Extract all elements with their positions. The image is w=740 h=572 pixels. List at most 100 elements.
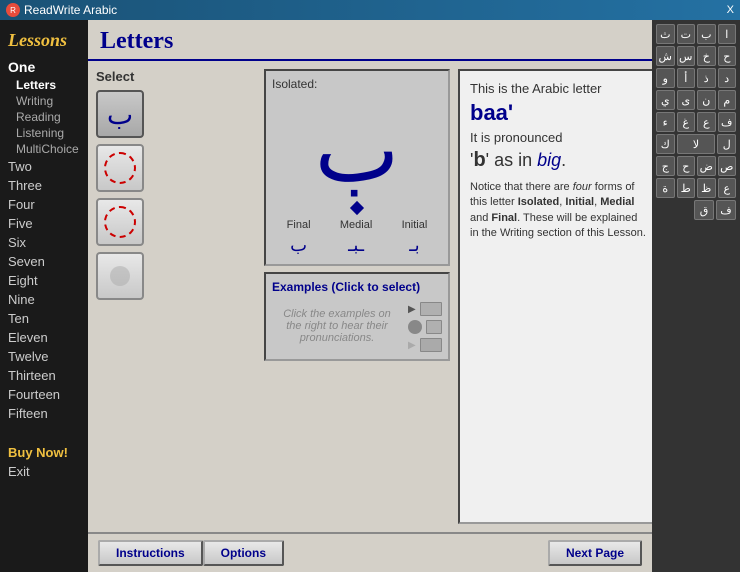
arabic-key-nun[interactable]: ن bbox=[697, 90, 716, 110]
sidebar: Lessons One Letters Writing Reading List… bbox=[0, 20, 88, 572]
arabic-key-alef[interactable]: ا bbox=[718, 24, 737, 44]
arabic-key-dad[interactable]: ض bbox=[697, 156, 716, 176]
sidebar-item-twelve[interactable]: Twelve bbox=[0, 347, 88, 366]
arabic-key-alef2[interactable]: أ bbox=[677, 68, 696, 88]
exit-button[interactable]: Exit bbox=[0, 462, 88, 481]
sidebar-item-fourteen[interactable]: Fourteen bbox=[0, 385, 88, 404]
example-row-2[interactable] bbox=[408, 320, 442, 334]
example-row-1[interactable]: ▶ bbox=[408, 302, 442, 316]
arabic-row-3: و أ ذ د bbox=[656, 68, 736, 88]
arabic-key-ghain[interactable]: غ bbox=[677, 112, 696, 132]
close-button[interactable]: X bbox=[727, 4, 734, 16]
titlebar: R ReadWrite Arabic X bbox=[0, 0, 740, 20]
arabic-key-qaf[interactable]: ق bbox=[694, 200, 714, 220]
sidebar-item-seven[interactable]: Seven bbox=[0, 252, 88, 271]
arabic-key-dal[interactable]: د bbox=[718, 68, 737, 88]
isolated-label: Isolated: bbox=[272, 77, 442, 91]
arabic-keyboard-panel: ث ت ب ا ش س خ ح و أ ذ د ي ى ن م ء غ ع ف bbox=[652, 20, 740, 572]
options-button[interactable]: Options bbox=[203, 540, 284, 566]
arabic-key-dha[interactable]: ظ bbox=[697, 178, 716, 198]
info-intro-text: This is the Arabic letter bbox=[470, 81, 646, 96]
form-medial: Medial ـبـ bbox=[340, 219, 372, 256]
sidebar-item-eleven[interactable]: Eleven bbox=[0, 328, 88, 347]
arabic-key-kha[interactable]: خ bbox=[697, 46, 716, 66]
sidebar-item-nine[interactable]: Nine bbox=[0, 290, 88, 309]
example-bar-3 bbox=[420, 338, 442, 352]
sidebar-item-eight[interactable]: Eight bbox=[0, 271, 88, 290]
arabic-key-ain[interactable]: ع bbox=[697, 112, 716, 132]
letter-button-3[interactable] bbox=[96, 198, 144, 246]
info-panel: This is the Arabic letter baa' It is pro… bbox=[458, 69, 652, 524]
sidebar-item-three[interactable]: Three bbox=[0, 176, 88, 195]
sidebar-item-two[interactable]: Two bbox=[0, 157, 88, 176]
sidebar-item-multichoice[interactable]: MultiChoice bbox=[0, 141, 88, 157]
arabic-row-8: ة ط ظ ع bbox=[656, 178, 736, 198]
arabic-key-thal[interactable]: ذ bbox=[697, 68, 716, 88]
arabic-key-ta2[interactable]: ة bbox=[656, 178, 675, 198]
info-notice: Notice that there are four forms of this… bbox=[470, 180, 646, 242]
arabic-key-ha2[interactable]: ح bbox=[677, 156, 696, 176]
arabic-key-tha[interactable]: ث bbox=[656, 24, 675, 44]
arabic-key-ain2[interactable]: ع bbox=[718, 178, 737, 198]
arabic-key-ta3[interactable]: ط bbox=[677, 178, 696, 198]
select-label: Select bbox=[96, 69, 256, 84]
arabic-key-waw[interactable]: و bbox=[656, 68, 675, 88]
arabic-key-fa[interactable]: ف bbox=[718, 112, 737, 132]
letter-button-2[interactable] bbox=[96, 144, 144, 192]
titlebar-title: ReadWrite Arabic bbox=[24, 3, 117, 17]
arabic-key-sin[interactable]: س bbox=[677, 46, 696, 66]
arabic-key-ha[interactable]: ح bbox=[718, 46, 737, 66]
arabic-key-jim[interactable]: ج bbox=[656, 156, 675, 176]
arabic-row-7: ج ح ض ص bbox=[656, 156, 736, 176]
examples-title: Examples (Click to select) bbox=[272, 280, 442, 294]
arabic-key-shin[interactable]: ش bbox=[656, 46, 675, 66]
form-medial-arabic: ـبـ bbox=[348, 235, 364, 256]
sidebar-item-thirteen[interactable]: Thirteen bbox=[0, 366, 88, 385]
arabic-key-hamza[interactable]: ء bbox=[656, 112, 675, 132]
bottom-toolbar: Instructions Options Next Page bbox=[88, 532, 652, 572]
arabic-key-ta[interactable]: ت bbox=[677, 24, 696, 44]
forms-row: Final ب Medial ـبـ Initial بـ bbox=[272, 215, 442, 258]
arabic-key-ya2[interactable]: ى bbox=[677, 90, 696, 110]
select-panel: Select ب bbox=[96, 69, 256, 524]
arabic-key-ya[interactable]: ي bbox=[656, 90, 675, 110]
arabic-key-fa2[interactable]: ف bbox=[716, 200, 736, 220]
example-bar-1 bbox=[420, 302, 442, 316]
sidebar-item-one[interactable]: One bbox=[0, 57, 88, 77]
sidebar-item-reading[interactable]: Reading bbox=[0, 109, 88, 125]
sidebar-item-listening[interactable]: Listening bbox=[0, 125, 88, 141]
sidebar-item-five[interactable]: Five bbox=[0, 214, 88, 233]
sidebar-item-writing[interactable]: Writing bbox=[0, 93, 88, 109]
arabic-row-5: ء غ ع ف bbox=[656, 112, 736, 132]
form-initial-arabic: بـ bbox=[409, 235, 419, 256]
arabic-row-9: ق ف bbox=[656, 200, 736, 220]
sidebar-item-fifteen[interactable]: Fifteen bbox=[0, 404, 88, 423]
sidebar-item-six[interactable]: Six bbox=[0, 233, 88, 252]
example-arrow-3: ▶ bbox=[408, 340, 416, 351]
arabic-row-6: ك لا ل bbox=[656, 134, 736, 154]
arabic-key-lam[interactable]: ل bbox=[717, 134, 736, 154]
examples-placeholder: Click the examples on the right to hear … bbox=[272, 298, 402, 353]
arabic-key-mim[interactable]: م bbox=[718, 90, 737, 110]
example-row-3[interactable]: ▶ bbox=[408, 338, 442, 352]
instructions-button[interactable]: Instructions bbox=[98, 540, 203, 566]
isolated-box: Isolated: ب Final ب bbox=[264, 69, 450, 266]
letter-name: baa' bbox=[470, 100, 646, 126]
arabic-key-kaf[interactable]: ك bbox=[656, 134, 675, 154]
arabic-key-ba[interactable]: ب bbox=[697, 24, 716, 44]
next-page-button[interactable]: Next Page bbox=[548, 540, 642, 566]
letter-button-4[interactable] bbox=[96, 252, 144, 300]
sidebar-item-ten[interactable]: Ten bbox=[0, 309, 88, 328]
sidebar-item-letters[interactable]: Letters bbox=[0, 77, 88, 93]
form-initial: Initial بـ bbox=[402, 219, 428, 256]
app-icon: R bbox=[6, 3, 20, 17]
letter-button-1[interactable]: ب bbox=[96, 90, 144, 138]
sidebar-item-four[interactable]: Four bbox=[0, 195, 88, 214]
center-panel: Isolated: ب Final ب bbox=[264, 69, 450, 524]
arabic-key-sad[interactable]: ص bbox=[718, 156, 737, 176]
main-layout: Lessons One Letters Writing Reading List… bbox=[0, 20, 740, 572]
buy-now-button[interactable]: Buy Now! bbox=[0, 443, 88, 462]
arabic-row-2: ش س خ ح bbox=[656, 46, 736, 66]
arabic-key-laa[interactable]: لا bbox=[677, 134, 716, 154]
page-title: Letters bbox=[100, 28, 640, 55]
